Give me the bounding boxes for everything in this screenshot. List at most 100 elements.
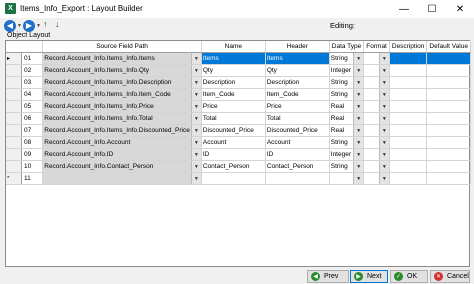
format-cell[interactable]: ▼ xyxy=(363,172,390,185)
chevron-down-icon[interactable]: ▼ xyxy=(378,173,389,184)
chevron-down-icon[interactable]: ▼ xyxy=(190,65,201,76)
name-cell[interactable]: Description xyxy=(201,76,266,89)
default-value-cell[interactable] xyxy=(426,124,471,137)
description-cell[interactable] xyxy=(389,52,428,65)
source-field-cell[interactable]: Record.Account_Info.Items_Info.Discounte… xyxy=(42,124,202,137)
move-down-icon[interactable]: ↓ xyxy=(55,19,60,29)
row-marker[interactable] xyxy=(6,88,23,101)
chevron-down-icon[interactable]: ▼ xyxy=(190,53,201,64)
description-cell[interactable] xyxy=(389,76,428,89)
data-type-cell[interactable]: String ▼ xyxy=(329,76,365,89)
source-field-cell[interactable]: Record.Account_Info.Items_Info.Descripti… xyxy=(42,76,202,89)
chevron-down-icon[interactable]: ▼ xyxy=(353,173,363,184)
default-value-cell[interactable] xyxy=(426,112,471,125)
layout-grid[interactable]: Source Field Path Name Header Data Type … xyxy=(5,40,471,267)
chevron-down-icon[interactable]: ▼ xyxy=(378,113,389,124)
chevron-down-icon[interactable]: ▼ xyxy=(353,137,363,148)
format-cell[interactable]: ▼ xyxy=(363,124,390,137)
table-row[interactable]: * 11 ▼ ▼ ▼ xyxy=(6,172,471,185)
table-row[interactable]: 03 Record.Account_Info.Items_Info.Descrip… xyxy=(6,76,471,89)
name-cell[interactable]: Items xyxy=(201,52,266,65)
data-type-cell[interactable]: Real ▼ xyxy=(329,112,365,125)
chevron-down-icon[interactable]: ▼ xyxy=(190,113,201,124)
data-type-cell[interactable]: ▼ xyxy=(329,172,365,185)
source-field-cell[interactable]: Record.Account_Info.Account ▼ xyxy=(42,136,202,149)
maximize-button[interactable]: ☐ xyxy=(418,0,446,18)
chevron-down-icon[interactable]: ▼ xyxy=(378,161,389,172)
description-cell[interactable] xyxy=(389,112,428,125)
row-marker[interactable] xyxy=(6,136,23,149)
source-field-cell[interactable]: Record.Account_Info.Items_Info.Item_Code… xyxy=(42,88,202,101)
format-cell[interactable]: ▼ xyxy=(363,76,390,89)
chevron-down-icon[interactable]: ▼ xyxy=(353,149,363,160)
chevron-down-icon[interactable]: ▼ xyxy=(353,53,363,64)
name-cell[interactable]: ID xyxy=(201,148,266,161)
data-type-cell[interactable]: String ▼ xyxy=(329,136,365,149)
name-cell[interactable]: Qty xyxy=(201,64,266,77)
description-cell[interactable] xyxy=(389,100,428,113)
name-cell[interactable]: Price xyxy=(201,100,266,113)
name-cell[interactable]: Total xyxy=(201,112,266,125)
col-header-header[interactable]: Header xyxy=(265,41,330,53)
name-cell[interactable]: Account xyxy=(201,136,266,149)
back-icon[interactable]: ◀ xyxy=(4,20,16,32)
header-cell[interactable]: Items xyxy=(265,52,330,65)
default-value-cell[interactable] xyxy=(426,100,471,113)
source-field-cell[interactable]: Record.Account_Info.Items_Info.Items ▼ xyxy=(42,52,202,65)
name-cell[interactable]: Contact_Person xyxy=(201,160,266,173)
table-row[interactable]: 10 Record.Account_Info.Contact_Person ▼ Con… xyxy=(6,160,471,173)
table-row[interactable]: 06 Record.Account_Info.Items_Info.Total ▼ T… xyxy=(6,112,471,125)
format-cell[interactable]: ▼ xyxy=(363,100,390,113)
row-marker[interactable] xyxy=(6,76,23,89)
chevron-down-icon[interactable]: ▼ xyxy=(378,53,389,64)
col-header-datatype[interactable]: Data Type xyxy=(329,41,365,53)
name-cell[interactable]: Item_Code xyxy=(201,88,266,101)
default-value-cell[interactable] xyxy=(426,136,471,149)
row-marker[interactable] xyxy=(6,160,23,173)
next-button[interactable]: ▶ Next xyxy=(350,270,388,283)
header-cell[interactable]: Contact_Person xyxy=(265,160,330,173)
source-field-cell[interactable]: Record.Account_Info.Contact_Person ▼ xyxy=(42,160,202,173)
default-value-cell[interactable] xyxy=(426,76,471,89)
header-cell[interactable]: Total xyxy=(265,112,330,125)
minimize-button[interactable]: — xyxy=(390,0,418,18)
format-cell[interactable]: ▼ xyxy=(363,52,390,65)
col-header-name[interactable]: Name xyxy=(201,41,266,53)
header-cell[interactable]: Item_Code xyxy=(265,88,330,101)
table-row[interactable]: ▸ 01 Record.Account_Info.Items_Info.Items ▼… xyxy=(6,52,471,65)
source-field-cell[interactable]: ▼ xyxy=(42,172,202,185)
description-cell[interactable] xyxy=(389,160,428,173)
default-value-cell[interactable] xyxy=(426,160,471,173)
header-cell[interactable]: ID xyxy=(265,148,330,161)
chevron-down-icon[interactable]: ▼ xyxy=(190,125,201,136)
row-marker[interactable]: * xyxy=(6,172,23,185)
chevron-down-icon[interactable]: ▼ xyxy=(190,89,201,100)
forward-dropdown-icon[interactable]: ▼ xyxy=(36,23,41,29)
data-type-cell[interactable]: Real ▼ xyxy=(329,124,365,137)
description-cell[interactable] xyxy=(389,124,428,137)
source-field-cell[interactable]: Record.Account_Info.Items_Info.Price ▼ xyxy=(42,100,202,113)
default-value-cell[interactable] xyxy=(426,64,471,77)
data-type-cell[interactable]: Integer ▼ xyxy=(329,64,365,77)
row-marker[interactable] xyxy=(6,64,23,77)
move-up-icon[interactable]: ↑ xyxy=(43,19,48,29)
format-cell[interactable]: ▼ xyxy=(363,88,390,101)
col-header-format[interactable]: Format xyxy=(363,41,390,53)
description-cell[interactable] xyxy=(389,148,428,161)
chevron-down-icon[interactable]: ▼ xyxy=(190,149,201,160)
format-cell[interactable]: ▼ xyxy=(363,112,390,125)
table-row[interactable]: 07 Record.Account_Info.Items_Info.Discoun… xyxy=(6,124,471,137)
chevron-down-icon[interactable]: ▼ xyxy=(378,65,389,76)
name-cell[interactable] xyxy=(201,172,266,185)
header-cell[interactable] xyxy=(265,172,330,185)
chevron-down-icon[interactable]: ▼ xyxy=(190,77,201,88)
description-cell[interactable] xyxy=(389,64,428,77)
ok-button[interactable]: ✓ OK xyxy=(390,270,428,283)
forward-icon[interactable]: ▶ xyxy=(23,20,35,32)
col-header-source[interactable]: Source Field Path xyxy=(42,41,202,53)
chevron-down-icon[interactable]: ▼ xyxy=(190,137,201,148)
row-marker[interactable] xyxy=(6,148,23,161)
default-value-cell[interactable] xyxy=(426,148,471,161)
header-cell[interactable]: Description xyxy=(265,76,330,89)
chevron-down-icon[interactable]: ▼ xyxy=(378,137,389,148)
